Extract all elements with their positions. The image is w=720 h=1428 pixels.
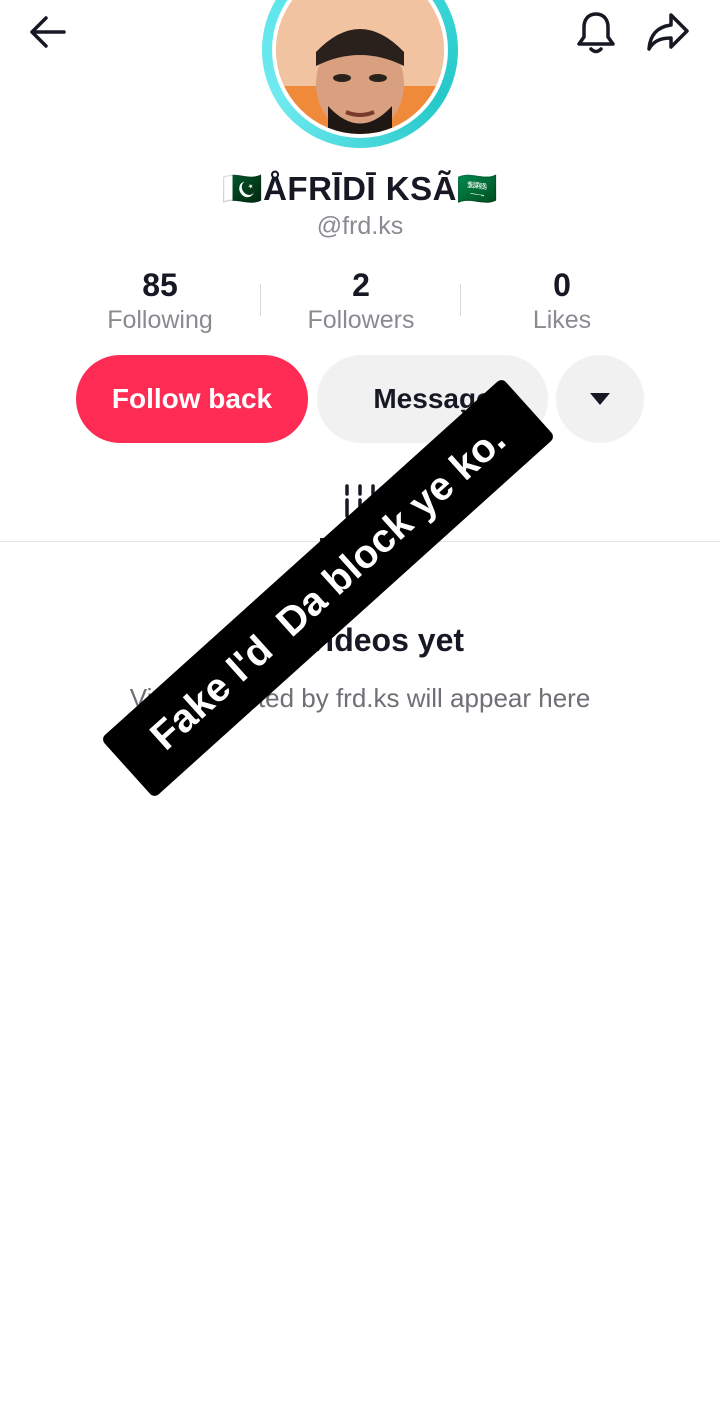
follow-back-button[interactable]: Follow back — [76, 355, 308, 443]
avatar[interactable] — [276, 0, 444, 134]
arrow-left-icon — [30, 16, 66, 48]
followers-count: 2 — [352, 267, 370, 303]
likes-label: Likes — [532, 306, 592, 334]
display-name: 🇵🇰ÅFRĪDĪ KSÃ🇸🇦 — [221, 170, 499, 207]
avatar-portrait — [276, 0, 444, 134]
following-count: 85 — [142, 267, 178, 303]
share-button[interactable] — [642, 6, 694, 58]
notifications-button[interactable] — [570, 6, 622, 58]
more-options-button[interactable] — [556, 355, 644, 443]
empty-state-title: No videos yet — [255, 622, 465, 658]
profile-page: 🇵🇰ÅFRĪDĪ KSÃ🇸🇦 @frd.ks 85 Following 2 Fo… — [0, 0, 720, 1428]
stat-divider — [460, 284, 461, 316]
caret-down-icon — [590, 393, 610, 405]
stat-likes[interactable]: 0 Likes — [462, 266, 662, 336]
username: @frd.ks — [316, 212, 404, 240]
followers-label: Followers — [307, 306, 415, 334]
bell-icon — [577, 12, 615, 54]
stat-followers[interactable]: 2 Followers — [261, 266, 461, 336]
likes-count: 0 — [553, 267, 571, 303]
share-arrow-icon — [647, 13, 689, 51]
avatar-ring — [262, 0, 458, 148]
empty-state-subtitle: Videos posted by frd.ks will appear here — [129, 683, 591, 713]
following-label: Following — [107, 306, 213, 334]
back-button[interactable] — [22, 6, 74, 58]
stat-following[interactable]: 85 Following — [60, 266, 260, 336]
